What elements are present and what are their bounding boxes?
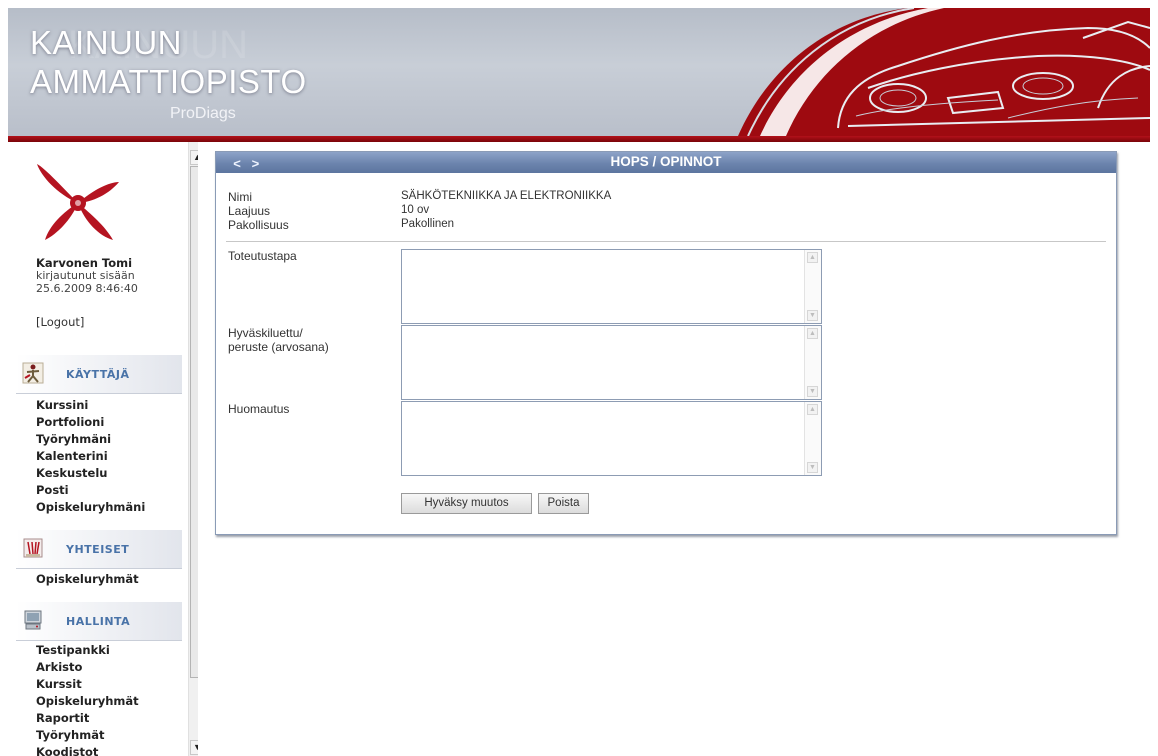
info-divider [226,241,1106,242]
scrollbar-thumb[interactable] [190,166,198,678]
nav-item-opiskeluryhmat-admin[interactable]: Opiskeluryhmät [36,693,139,710]
hyvaksiluettu-label-line1: Hyväskiluettu/ [228,326,303,340]
panel-title-bar: < > HOPS / OPINNOT [216,152,1116,173]
hyvaksiluettu-label-line2: peruste (arvosana) [228,340,329,354]
site-header: KAINUUN KAINUUN AMMATTIOPISTO ProDiags [8,8,1150,136]
site-subtitle: ProDiags [170,105,236,122]
nav-list-yhteiset: Opiskeluryhmät [36,571,139,588]
section-header-yhteiset: YHTEISET [16,530,182,569]
nav-item-arkisto[interactable]: Arkisto [36,659,139,676]
section-title-yhteiset: YHTEISET [66,543,130,556]
nav-item-testipankki[interactable]: Testipankki [36,642,139,659]
scroll-down-arrow-icon[interactable]: ▼ [807,310,818,321]
nav-item-tyoryhmat[interactable]: Työryhmät [36,727,139,744]
hops-panel: < > HOPS / OPINNOT Nimi SÄHKÖTEKNIIKKA J… [215,151,1117,535]
section-title-kayttaja: KÄYTTÄJÄ [66,368,130,381]
nav-item-kurssini[interactable]: Kurssini [36,397,145,414]
scroll-up-arrow-icon[interactable]: ▲ [807,404,818,415]
scroll-up-arrow-icon[interactable]: ▲ [807,328,818,339]
user-name: Karvonen Tomi [36,256,133,270]
nimi-label: Nimi [228,190,252,204]
nav-item-opiskeluryhmani[interactable]: Opiskeluryhmäni [36,499,145,516]
nav-item-koodistot[interactable]: Koodistot [36,744,139,756]
nav-list-hallinta: Testipankki Arkisto Kurssit Opiskeluryhm… [36,642,139,756]
hyvaksiluettu-textarea[interactable]: ▲ ▼ [401,325,822,400]
nav-item-portfolioni[interactable]: Portfolioni [36,414,145,431]
textarea-scrollbar[interactable]: ▲ ▼ [804,250,821,323]
accept-changes-button[interactable]: Hyväksy muutos [401,493,532,514]
pakollisuus-value: Pakollinen [401,218,455,230]
nav-list-kayttaja: Kurssini Portfolioni Työryhmäni Kalenter… [36,397,145,516]
huomautus-label: Huomautus [228,402,290,416]
nimi-value: SÄHKÖTEKNIIKKA JA ELEKTRONIIKKA [401,190,612,202]
delete-button[interactable]: Poista [538,493,589,514]
section-header-kayttaja: KÄYTTÄJÄ [16,355,182,394]
nav-item-tyoryhmani[interactable]: Työryhmäni [36,431,145,448]
nav-item-opiskeluryhmat[interactable]: Opiskeluryhmät [36,571,139,588]
laajuus-label: Laajuus [228,204,271,218]
toteutustapa-textarea[interactable]: ▲ ▼ [401,249,822,324]
section-title-hallinta: HALLINTA [66,615,131,628]
textarea-scrollbar[interactable]: ▲ ▼ [804,326,821,399]
admin-computer-icon [24,610,42,630]
nav-item-raportit[interactable]: Raportit [36,710,139,727]
sidebar-scrollbar[interactable]: ▲ ▼ [188,142,198,756]
site-title-line1: KAINUUN [30,24,183,61]
laajuus-value: 10 ov [401,204,430,216]
scroll-up-arrow-icon[interactable]: ▲ [190,150,198,165]
toteutustapa-label: Toteutustapa [228,249,297,263]
site-title-line2: AMMATTIOPISTO [30,63,307,100]
textarea-scrollbar[interactable]: ▲ ▼ [804,402,821,475]
sidebar: Karvonen Tomi kirjautunut sisään 25.6.20… [8,142,198,756]
nav-item-kurssit[interactable]: Kurssit [36,676,139,693]
login-datetime: 25.6.2009 8:46:40 [36,282,138,295]
shared-folder-icon [23,538,43,558]
login-status: kirjautunut sisään [36,269,135,282]
scroll-down-arrow-icon[interactable]: ▼ [190,740,198,755]
scroll-up-arrow-icon[interactable]: ▲ [807,252,818,263]
logout-link[interactable]: [Logout] [36,315,84,329]
nav-item-kalenterini[interactable]: Kalenterini [36,448,145,465]
section-header-hallinta: HALLINTA [16,602,182,641]
pakollisuus-label: Pakollisuus [228,218,289,232]
user-avatar-icon [35,160,121,246]
panel-title: HOPS / OPINNOT [610,154,722,169]
huomautus-textarea[interactable]: ▲ ▼ [401,401,822,476]
nav-item-keskustelu[interactable]: Keskustelu [36,465,145,482]
scroll-down-arrow-icon[interactable]: ▼ [807,462,818,473]
nav-item-posti[interactable]: Posti [36,482,145,499]
user-figure-icon [22,362,44,384]
scroll-down-arrow-icon[interactable]: ▼ [807,386,818,397]
